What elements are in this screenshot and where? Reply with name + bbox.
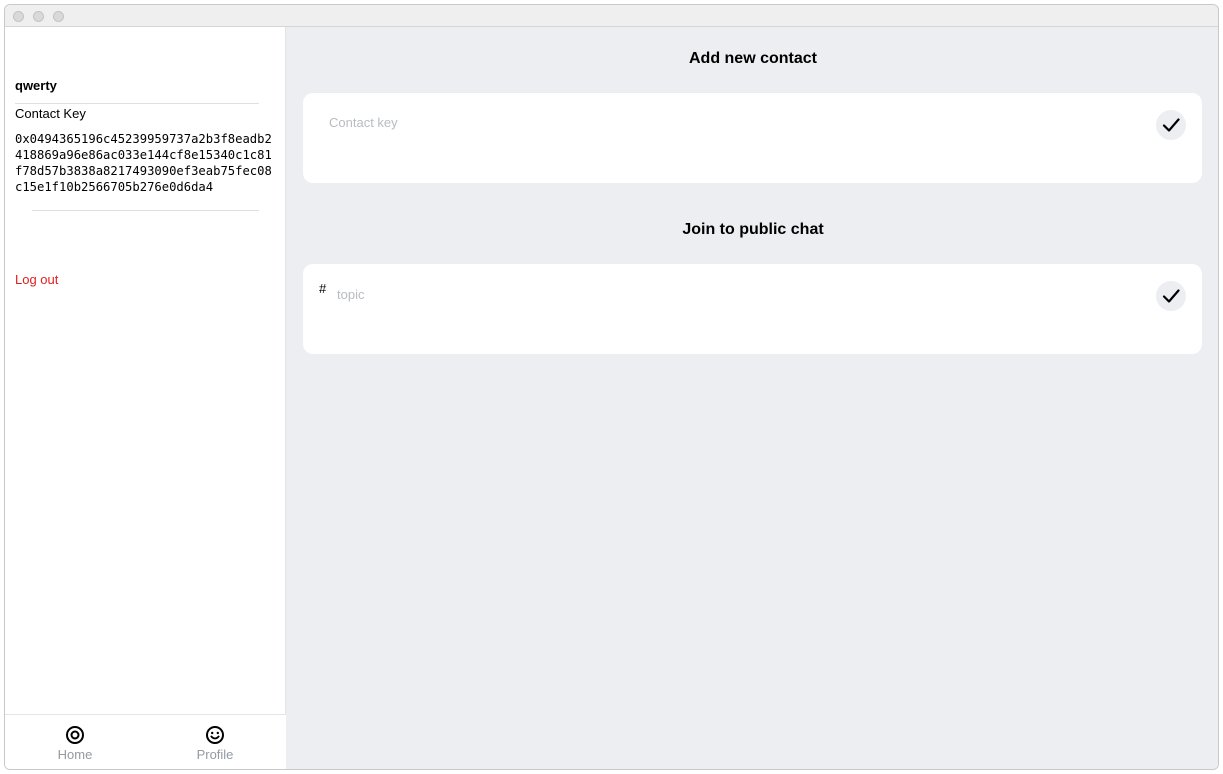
- logout-button[interactable]: Log out: [15, 272, 58, 287]
- divider: [15, 103, 259, 104]
- maximize-window-button[interactable]: [53, 11, 64, 22]
- add-contact-card: [303, 93, 1202, 183]
- sidebar: qwerty Contact Key 0x0494365196c45239959…: [5, 27, 286, 769]
- nav-profile-tab[interactable]: Profile: [145, 715, 285, 769]
- main-panel: Add new contact Join to public chat #: [286, 27, 1218, 769]
- topic-hash-prefix: #: [319, 281, 327, 296]
- contact-key-input[interactable]: [329, 115, 1149, 130]
- minimize-window-button[interactable]: [33, 11, 44, 22]
- nav-home-label: Home: [57, 747, 93, 762]
- topic-input[interactable]: [337, 287, 1147, 302]
- profile-icon: [206, 726, 224, 744]
- public-chat-title: Join to public chat: [682, 221, 824, 238]
- title-bar: [5, 5, 1218, 27]
- checkmark-icon: [1162, 289, 1180, 303]
- nav-home-tab[interactable]: Home: [5, 715, 145, 769]
- add-contact-submit-button[interactable]: [1156, 110, 1186, 140]
- home-icon: [66, 726, 84, 744]
- nav-profile-label: Profile: [196, 747, 234, 762]
- bottom-navigation: Home Profile: [5, 714, 286, 769]
- divider: [32, 210, 259, 211]
- join-chat-submit-button[interactable]: [1156, 281, 1186, 311]
- contact-key-value[interactable]: 0x0494365196c45239959737a2b3f8eadb241886…: [15, 131, 279, 195]
- public-chat-card: #: [303, 264, 1202, 354]
- profile-username: qwerty: [15, 78, 57, 93]
- close-window-button[interactable]: [13, 11, 24, 22]
- contact-key-label: Contact Key: [15, 106, 86, 121]
- checkmark-icon: [1162, 118, 1180, 132]
- app-window: qwerty Contact Key 0x0494365196c45239959…: [4, 4, 1219, 770]
- add-contact-title: Add new contact: [688, 50, 817, 67]
